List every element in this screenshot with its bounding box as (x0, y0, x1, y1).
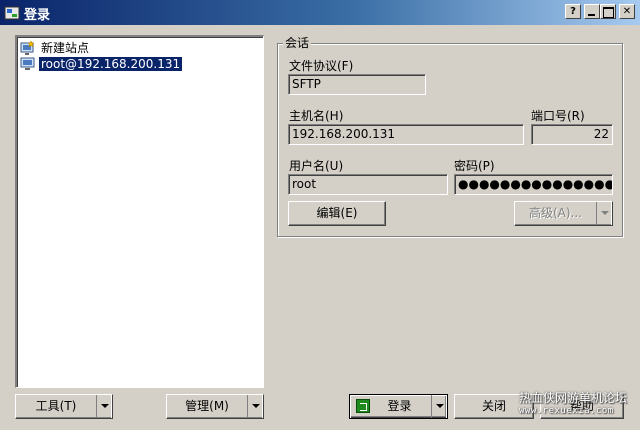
tree-item-root-site[interactable]: root@192.168.200.131 (20, 56, 183, 72)
help-title-button[interactable]: ? (565, 4, 581, 19)
watermark-text: 热血侠网游单机论坛 (519, 391, 628, 405)
advanced-button-label: 高级(A)... (528, 206, 583, 220)
tools-button-label: 工具(T) (35, 399, 77, 413)
close-icon[interactable]: ✕ (619, 4, 635, 19)
title-bar[interactable]: 登录 ? ✕ (0, 0, 640, 25)
password-input[interactable]: ●●●●●●●●●●●●●●●● (454, 174, 613, 195)
advanced-button[interactable]: 高级(A)... (514, 201, 613, 226)
port-input[interactable]: 22 (531, 124, 613, 145)
tools-button[interactable]: 工具(T) (15, 394, 113, 419)
edit-button-label: 编辑(E) (316, 206, 358, 220)
host-label: 主机名(H) (289, 109, 344, 123)
watermark: 热血侠网游单机论坛 www.rexuexia.com (519, 392, 635, 418)
session-legend: 会话 (283, 34, 312, 51)
protocol-label: 文件协议(F) (289, 59, 354, 73)
login-dialog: 登录 ? ✕ 新建站点 root@192.168.200.131 会话 文件协议… (0, 0, 640, 430)
site-tree[interactable]: 新建站点 root@192.168.200.131 (15, 35, 264, 388)
protocol-select[interactable]: SFTP (288, 74, 426, 95)
computer-icon (20, 57, 35, 70)
port-label: 端口号(R) (531, 109, 585, 123)
tree-item-label: root@192.168.200.131 (39, 57, 183, 71)
tree-item-label: 新建站点 (41, 41, 90, 55)
manage-button[interactable]: 管理(M) (166, 394, 264, 419)
login-button[interactable]: 登录 (349, 394, 448, 419)
chevron-down-icon[interactable] (431, 395, 447, 418)
minimize-icon[interactable] (584, 4, 600, 19)
chevron-down-icon[interactable] (247, 395, 263, 418)
username-input[interactable]: root (288, 174, 448, 195)
edit-button[interactable]: 编辑(E) (288, 201, 386, 226)
window-title: 登录 (24, 8, 51, 23)
maximize-icon[interactable] (600, 4, 616, 19)
new-site-icon (20, 40, 35, 55)
chevron-down-icon[interactable] (96, 395, 112, 418)
login-icon (356, 399, 370, 413)
user-label: 用户名(U) (289, 159, 344, 173)
close-button-label: 关闭 (481, 399, 506, 413)
manage-button-label: 管理(M) (185, 399, 229, 413)
watermark-url: www.rexuexia.com (519, 406, 614, 416)
chevron-down-icon[interactable] (596, 202, 612, 225)
host-input[interactable]: 192.168.200.131 (288, 124, 524, 145)
tree-item-new-site[interactable]: 新建站点 (20, 40, 91, 56)
password-label: 密码(P) (454, 159, 495, 173)
app-icon (4, 6, 20, 20)
login-button-label: 登录 (387, 399, 412, 413)
